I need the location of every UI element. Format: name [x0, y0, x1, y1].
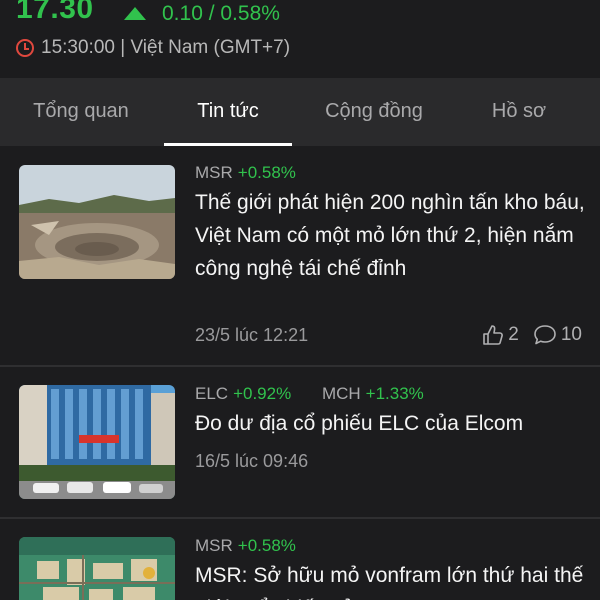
ticker-change: +0.92% [233, 384, 292, 403]
news-item[interactable]: ELC +0.92% MCH +1.33% Đo dư địa cổ phiếu E… [0, 367, 600, 517]
news-headline[interactable]: MSR: Sở hữu mỏ vonfram lớn thứ hai thế g… [195, 559, 585, 600]
stock-price: 17.30 [16, 0, 94, 25]
ticker-list: MSR +0.58% [195, 536, 322, 556]
ticker-list: MSR +0.58% [195, 163, 322, 183]
ticker-tag[interactable]: MSR +0.58% [195, 536, 296, 556]
tab-overview[interactable]: Tổng quan [8, 78, 154, 146]
ticker-change: +0.58% [237, 536, 296, 555]
news-headline[interactable]: Thế giới phát hiện 200 nghìn tấn kho báu… [195, 186, 585, 285]
tab-bar: Tổng quan Tin tức Cộng đồng Hồ sơ [0, 78, 600, 146]
price-change: 0.10 / 0.58% [162, 2, 280, 25]
news-item[interactable]: MSR +0.58% Thế giới phát hiện 200 nghìn t… [0, 146, 600, 365]
engagement-bar: 2 10 [482, 324, 582, 346]
news-date: 23/5 lúc 12:21 [195, 325, 309, 345]
ticker-symbol: MSR [195, 536, 233, 555]
ticker-symbol: MSR [195, 163, 233, 182]
comment-icon[interactable] [533, 324, 557, 346]
ticker-change: +0.58% [237, 163, 296, 182]
news-item[interactable]: MSR +0.58% MSR: Sở hữu mỏ vonfram lớn thứ… [0, 519, 600, 600]
like-icon[interactable] [482, 324, 504, 346]
ticker-symbol: MCH [321, 384, 361, 403]
ticker-change: +1.33% [365, 384, 424, 403]
like-count: 2 [508, 324, 519, 345]
quote-header: 17.30 0.10 / 0.58% 15:30:00 | Việt Nam (… [0, 0, 600, 78]
clock-icon [16, 39, 34, 57]
comment-count: 10 [560, 324, 582, 345]
news-thumbnail [19, 385, 175, 499]
quote-time: 15:30:00 | Việt Nam (GMT+7) [41, 37, 291, 58]
news-thumbnail [19, 537, 175, 600]
tab-news[interactable]: Tin tức [154, 78, 302, 146]
ticker-list: ELC +0.92% MCH +1.33% [195, 384, 450, 404]
news-date: 16/5 lúc 09:46 [195, 451, 309, 471]
ticker-tag[interactable]: MCH +1.33% [322, 384, 424, 404]
tab-profile[interactable]: Hồ sơ [446, 78, 592, 146]
ticker-tag[interactable]: MSR +0.58% [195, 163, 296, 183]
news-headline[interactable]: Đo dư địa cổ phiếu ELC của Elcom [195, 407, 585, 440]
ticker-tag[interactable]: ELC +0.92% [195, 384, 291, 404]
news-thumbnail [19, 165, 175, 279]
ticker-symbol: ELC [195, 384, 229, 403]
tab-community[interactable]: Cộng đồng [300, 78, 448, 146]
up-arrow-icon [124, 7, 146, 20]
